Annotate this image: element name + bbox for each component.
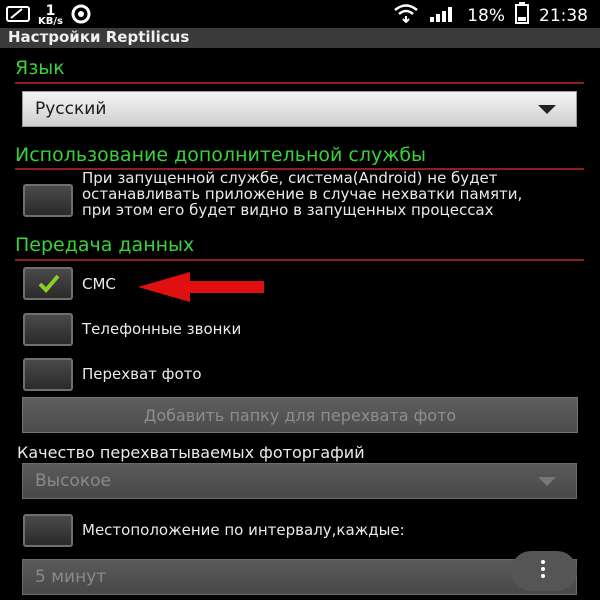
photo-checkbox[interactable]: [23, 358, 73, 391]
battery-icon: [515, 2, 529, 29]
status-bar: 1 KB/s 18% 21:38: [0, 0, 600, 28]
location-interval-selected: 5 минут: [35, 567, 107, 587]
location-interval-spinner[interactable]: 5 минут: [22, 559, 577, 595]
sms-label: СМС: [82, 275, 116, 293]
section-language-header: Язык: [15, 57, 65, 79]
section-extra-service-header: Использование дополнительной службы: [15, 144, 427, 166]
location-label: Местоположение по интервалу,каждые:: [82, 521, 405, 539]
location-checkbox[interactable]: [23, 514, 73, 547]
annotation-arrow-icon: [138, 272, 264, 302]
battery-percent: 18%: [467, 5, 505, 26]
status-bar-left: 1 KB/s: [6, 4, 91, 28]
photo-quality-selected: Высокое: [35, 471, 111, 491]
section-divider: [15, 82, 584, 84]
extra-service-checkbox[interactable]: [23, 184, 73, 217]
language-selected: Русский: [35, 99, 107, 119]
status-bar-right: 18% 21:38: [393, 2, 588, 29]
sms-checkbox[interactable]: [23, 267, 73, 300]
add-photo-folder-button[interactable]: Добавить папку для перехвата фото: [22, 397, 578, 433]
extra-service-description: При запущенной службе, система(Android) …: [82, 169, 523, 219]
overflow-menu-button[interactable]: [511, 551, 577, 591]
add-photo-folder-label: Добавить папку для перехвата фото: [143, 406, 457, 425]
dropdown-triangle-icon: [538, 105, 556, 114]
dropdown-triangle-icon: [538, 477, 556, 486]
page-title: Настройки Reptilicus: [8, 28, 190, 46]
section-divider: [15, 259, 584, 261]
section-data-transfer-header: Передача данных: [15, 234, 195, 256]
calls-checkbox[interactable]: [23, 313, 73, 346]
wifi-icon: [393, 3, 419, 28]
calls-label: Телефонные звонки: [82, 320, 242, 338]
sync-icon: [71, 4, 91, 28]
photo-quality-label: Качество перехватываемых фоторгафий: [17, 443, 365, 462]
language-spinner[interactable]: Русский: [22, 91, 577, 127]
network-speed-unit: KB/s: [38, 16, 63, 27]
overflow-menu-icon: [541, 560, 546, 581]
title-bar: Настройки Reptilicus: [0, 28, 600, 48]
signal-icon: [429, 4, 457, 27]
network-speed: 1 KB/s: [38, 4, 63, 27]
photo-label: Перехват фото: [82, 365, 202, 383]
checkmark-icon: [38, 274, 60, 293]
notification-icon: [6, 5, 30, 27]
photo-quality-spinner[interactable]: Высокое: [22, 463, 577, 499]
clock: 21:38: [539, 5, 588, 26]
